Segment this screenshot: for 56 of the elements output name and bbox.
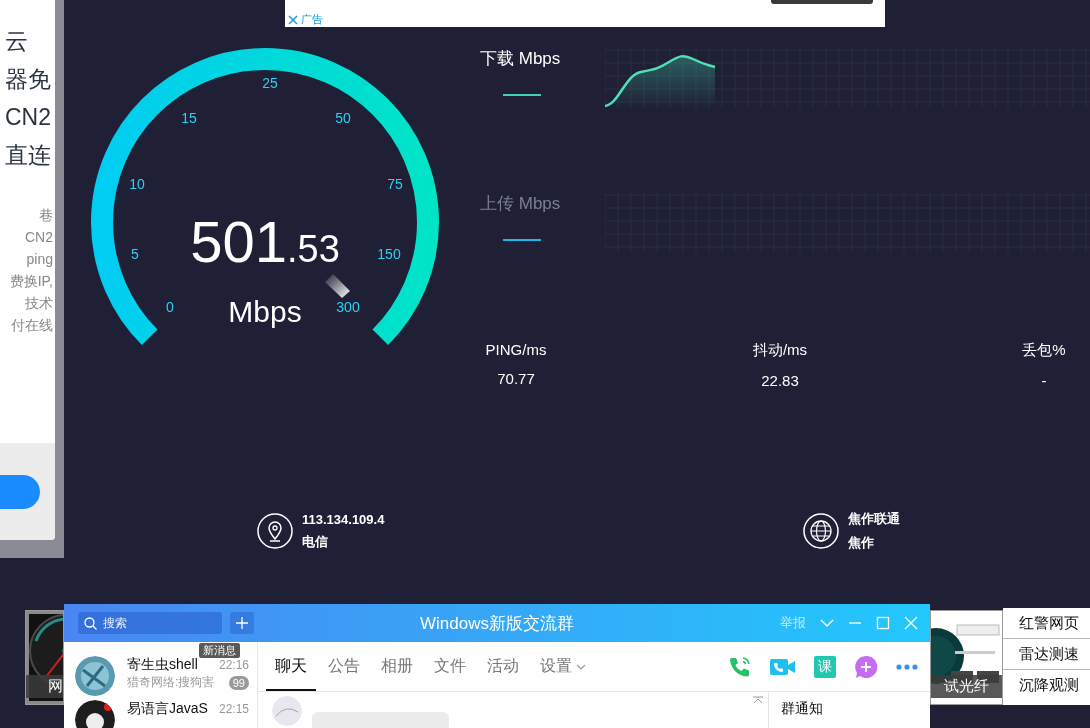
node-name: 焦作联通	[848, 510, 900, 528]
unread-badge: 99	[228, 675, 249, 690]
isp-name: 电信	[302, 532, 329, 551]
stat-label: 丢包%	[1022, 341, 1066, 360]
gauge-label: 300	[336, 299, 360, 315]
gauge-label: 50	[335, 110, 351, 126]
search-input[interactable]: 搜索	[103, 616, 203, 630]
description-text: ping	[26, 250, 54, 269]
description-text: 付在线	[11, 316, 54, 335]
ad-label: 广告	[301, 12, 323, 27]
gauge-label: 75	[387, 176, 403, 192]
conversation-name[interactable]: 易语言JavaS	[127, 700, 208, 718]
tab[interactable]: 相册	[372, 642, 422, 691]
tab[interactable]: 文件	[425, 642, 475, 691]
description-text: 费换IP,	[9, 272, 54, 291]
side-link[interactable]: 沉降观测	[1003, 670, 1090, 700]
graph-label: 下载 Mbps	[480, 48, 562, 70]
graph-label: 上传 Mbps	[480, 193, 562, 215]
stat-label: 抖动/ms	[752, 341, 808, 360]
server-ip: 113.134.109.4	[302, 511, 385, 527]
tab[interactable]: 活动	[478, 642, 528, 691]
headline-text: 器免	[5, 65, 52, 94]
tab[interactable]: 公告	[319, 642, 369, 691]
picture-caption: 试光纤	[931, 675, 1002, 698]
description-text: 技术	[25, 294, 54, 313]
gauge-label: 150	[377, 246, 401, 262]
message-time: 22:16	[218, 658, 249, 672]
side-link[interactable]: 红警网页	[1003, 608, 1090, 639]
description-text: 巷	[39, 206, 54, 225]
gauge-label: 10	[129, 176, 145, 192]
message-time: 22:15	[218, 702, 249, 716]
headline-text: CN2	[5, 103, 52, 132]
tab[interactable]: 聊天	[266, 642, 316, 691]
headline-text: 直连	[5, 141, 52, 170]
city-name: 焦作	[848, 534, 875, 552]
speed-value: 501.53	[190, 209, 340, 274]
tab[interactable]: 设置	[531, 642, 595, 691]
message-preview: 猎奇网络:搜狗害	[127, 674, 215, 691]
gauge-label: 15	[181, 110, 197, 126]
tooltip: 新消息	[199, 643, 240, 658]
side-link[interactable]: 雷达测速	[1003, 639, 1090, 670]
search-bar[interactable]: 搜索	[78, 612, 222, 634]
gauge-label: 0	[166, 299, 174, 315]
stat-label: PING/ms	[485, 341, 547, 358]
headline-text: 云	[5, 27, 29, 56]
conversation-name[interactable]: 寄生虫shell	[127, 656, 198, 674]
window-title: Windows新版交流群	[420, 612, 574, 635]
gauge-label: 25	[262, 75, 278, 91]
stat-value: 22.83	[761, 372, 799, 389]
speed-unit: Mbps	[228, 295, 302, 328]
gauge-label: 5	[131, 246, 139, 262]
notice-title: 群通知	[768, 692, 930, 728]
stat-value: -	[1041, 372, 1047, 389]
description-text: CN2	[25, 228, 54, 247]
stat-value: 70.77	[497, 370, 535, 387]
picture-caption: 网	[26, 675, 63, 698]
